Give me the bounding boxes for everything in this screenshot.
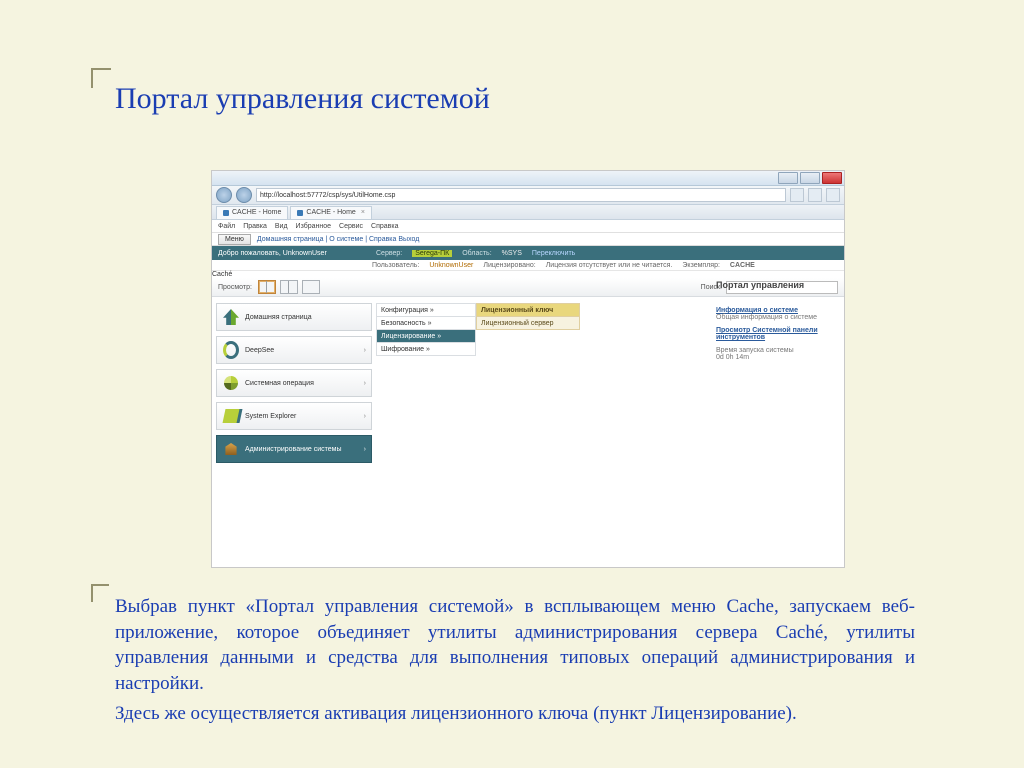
license-value: Лицензия отсутствует или не читается. [546, 262, 673, 269]
portal-welcome-bar: Добро пожаловать, UnknownUser Сервер: Se… [212, 246, 844, 260]
window-titlebar [212, 171, 844, 186]
chevron-right-icon: › [364, 380, 366, 387]
view-list-button[interactable] [280, 280, 298, 294]
administration-icon [224, 443, 238, 455]
server-name: Serega-ПК [412, 250, 452, 257]
view-icons-button[interactable] [302, 280, 320, 294]
forward-button[interactable] [236, 187, 252, 203]
dashboard-link[interactable]: Просмотр Системной панели инструментов [716, 327, 836, 341]
sidebar-item-home[interactable]: Домашняя страница [216, 303, 372, 331]
breadcrumb-links[interactable]: Домашняя страница | О системе | Справка … [257, 236, 419, 243]
uptime-value: 0d 0h 14m [716, 354, 749, 361]
menubar-item[interactable]: Справка [371, 223, 398, 230]
submenu2-item-license-key[interactable]: Лицензионный ключ [476, 303, 580, 316]
system-info-link[interactable]: Информация о системе [716, 307, 836, 314]
view-toolbar: Просмотр: Поиск: Портал управления [212, 278, 844, 297]
browser-tab[interactable]: CACHE - Home [216, 206, 288, 219]
explorer-icon [223, 409, 240, 423]
minimize-button[interactable] [778, 172, 798, 184]
portal-title: Портал управления [716, 280, 836, 290]
system-info-caption: Общая информация о системе [716, 314, 836, 321]
paragraph-2: Здесь же осуществляется активация лиценз… [115, 701, 915, 727]
favicon-icon [223, 210, 229, 216]
menubar-item[interactable]: Сервис [339, 223, 363, 230]
license-label: Лицензировано: [483, 262, 535, 269]
favicon-icon [297, 210, 303, 216]
stop-icon[interactable] [808, 188, 822, 202]
back-button[interactable] [216, 187, 232, 203]
user-label: Пользователь: [372, 262, 419, 269]
info-panel: Информация о системе Общая информация о … [716, 307, 836, 367]
sidebar-item-administration[interactable]: Администрирование системы› [216, 435, 372, 463]
namespace-label: Область: [462, 250, 491, 257]
tab-close-icon[interactable]: × [361, 209, 365, 216]
submenu-item-encryption[interactable]: Шифрование » [376, 342, 476, 356]
chevron-right-icon: › [364, 413, 366, 420]
address-bar[interactable]: http://localhost:57772/csp/sys/UtilHome.… [256, 188, 786, 202]
deepsee-icon [223, 341, 239, 359]
browser-tab[interactable]: CACHE - Home× [290, 206, 372, 219]
view-label: Просмотр: [218, 284, 252, 291]
refresh-icon[interactable] [790, 188, 804, 202]
corner-decor-icon [91, 68, 111, 88]
sidebar-item-system-explorer[interactable]: System Explorer› [216, 402, 372, 430]
submenu-item-configuration[interactable]: Конфигурация » [376, 303, 476, 316]
system-operation-icon [224, 376, 238, 390]
browser-tabs: CACHE - Home CACHE - Home× [212, 205, 844, 220]
submenu-level-2: Лицензионный ключ Лицензионный сервер [476, 297, 580, 568]
portal-sidebar: Домашняя страница DeepSee› Системная опе… [212, 297, 376, 568]
menubar-item[interactable]: Избранное [296, 223, 331, 230]
menubar-item[interactable]: Правка [243, 223, 267, 230]
server-label: Сервер: [376, 250, 402, 257]
chevron-right-icon: › [364, 347, 366, 354]
user-value: UnknownUser [429, 262, 473, 269]
slide-title: Портал управления системой [115, 82, 490, 116]
uptime-label: Время запуска системы [716, 347, 794, 354]
submenu-level-1: Конфигурация » Безопасность » Лицензиров… [376, 297, 476, 568]
close-button[interactable] [822, 172, 842, 184]
instance-label: Экземпляр: [682, 262, 720, 269]
portal-meta-row: Пользователь: UnknownUser Лицензировано:… [212, 260, 844, 271]
url-text: http://localhost:57772/csp/sys/UtilHome.… [260, 192, 395, 199]
instance-value: CACHE [730, 262, 755, 269]
chevron-right-icon: › [364, 446, 366, 453]
namespace-value: %SYS [502, 250, 522, 257]
portal-main: Домашняя страница DeepSee› Системная опе… [212, 297, 844, 568]
home-icon [223, 309, 239, 325]
menubar-item[interactable]: Файл [218, 223, 235, 230]
menubar-item[interactable]: Вид [275, 223, 288, 230]
browser-menubar: Файл Правка Вид Избранное Сервис Справка [212, 220, 844, 233]
corner-decor-icon [91, 584, 109, 602]
slide-body: Выбрав пункт «Портал управления системой… [115, 594, 915, 730]
cache-logo: Caché [212, 271, 844, 278]
switch-link[interactable]: Переключить [532, 250, 575, 257]
screenshot-frame: http://localhost:57772/csp/sys/UtilHome.… [211, 170, 845, 568]
portal-breadcrumb-row: Меню Домашняя страница | О системе | Спр… [212, 233, 844, 246]
menu-dropdown-button[interactable]: Меню [218, 234, 251, 245]
home-icon[interactable] [826, 188, 840, 202]
view-columns-button[interactable] [258, 280, 276, 294]
sidebar-item-deepsee[interactable]: DeepSee› [216, 336, 372, 364]
sidebar-item-system-operation[interactable]: Системная операция› [216, 369, 372, 397]
browser-toolbar: http://localhost:57772/csp/sys/UtilHome.… [212, 186, 844, 205]
welcome-text: Добро пожаловать, UnknownUser [218, 250, 362, 257]
slide-title-text: Портал управления системой [115, 82, 490, 115]
submenu-item-security[interactable]: Безопасность » [376, 316, 476, 329]
paragraph-1: Выбрав пункт «Портал управления системой… [115, 594, 915, 697]
submenu-item-licensing[interactable]: Лицензирование » [376, 329, 476, 342]
submenu2-item-license-server[interactable]: Лицензионный сервер [476, 316, 580, 330]
maximize-button[interactable] [800, 172, 820, 184]
